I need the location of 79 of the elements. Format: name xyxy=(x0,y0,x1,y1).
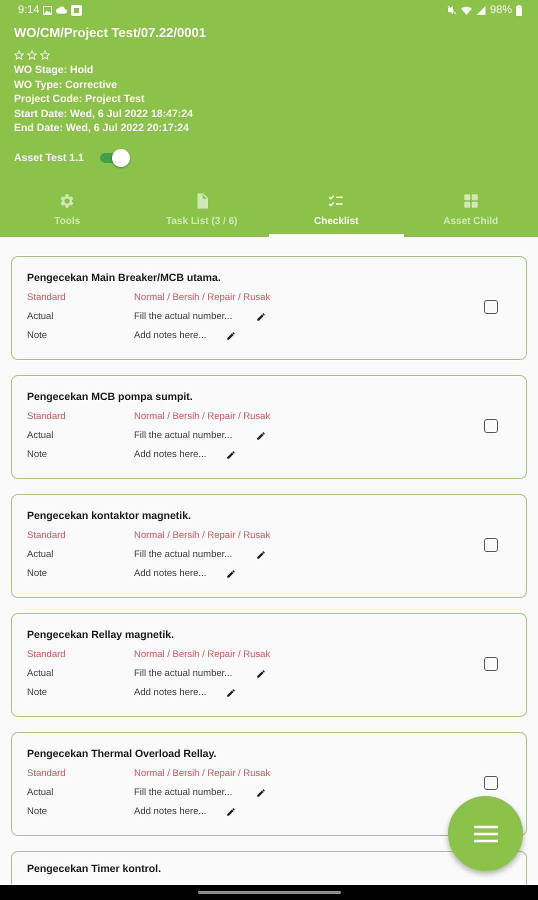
note-field[interactable]: Add notes here... xyxy=(134,567,222,580)
work-order-detail: End Date: Wed, 6 Jul 2022 20:17:24 xyxy=(14,121,190,136)
checkbox[interactable] xyxy=(484,657,498,671)
image-icon xyxy=(43,6,52,14)
pencil-icon[interactable] xyxy=(256,550,266,560)
checklist-item-title: Pengecekan Main Breaker/MCB utama. xyxy=(27,272,222,284)
note-field[interactable]: Add notes here... xyxy=(134,448,222,461)
gear-icon xyxy=(58,192,76,210)
actual-label: Actual xyxy=(27,310,54,323)
standard-label: Standard xyxy=(27,767,67,780)
work-order-detail: Project Code: Project Test xyxy=(14,92,146,106)
standard-label: Standard xyxy=(27,529,67,542)
signal-icon xyxy=(476,6,486,14)
tab[interactable]: Task List (3 / 6) xyxy=(134,186,269,236)
standard-options: Normal / Bersih / Repair / Rusak xyxy=(134,529,484,542)
note-label: Note xyxy=(27,448,48,461)
app-icon xyxy=(71,4,82,16)
checklist-item-title: Pengecekan MCB pompa sumpit. xyxy=(27,391,194,403)
standard-label: Standard xyxy=(27,648,67,661)
actual-label: Actual xyxy=(27,429,54,442)
battery-icon xyxy=(516,4,522,16)
checkbox[interactable] xyxy=(484,300,498,314)
standard-options: Normal / Bersih / Repair / Rusak xyxy=(134,767,484,780)
standard-label: Standard xyxy=(27,291,67,304)
standard-options: Normal / Bersih / Repair / Rusak xyxy=(134,410,484,423)
standard-options: Normal / Bersih / Repair / Rusak xyxy=(134,648,484,661)
standard-label: Standard xyxy=(27,410,67,423)
note-field[interactable]: Add notes here... xyxy=(134,686,222,699)
actual-field[interactable]: Fill the actual number... xyxy=(134,667,252,680)
tab[interactable]: Tools xyxy=(0,186,134,236)
tab[interactable]: Asset Child xyxy=(404,186,538,236)
checkbox[interactable] xyxy=(484,538,498,552)
actual-field[interactable]: Fill the actual number... xyxy=(134,429,252,442)
wifi-icon xyxy=(460,6,472,14)
star-icon xyxy=(40,50,50,60)
pencil-icon[interactable] xyxy=(226,330,236,340)
actual-label: Actual xyxy=(27,786,54,799)
pencil-icon[interactable] xyxy=(226,688,236,698)
actual-label: Actual xyxy=(27,667,54,680)
pencil-icon[interactable] xyxy=(226,568,236,578)
asset-toggle[interactable] xyxy=(98,148,130,166)
status-time: 9:14 xyxy=(18,4,40,16)
pencil-icon[interactable] xyxy=(256,788,266,798)
tab[interactable]: Checklist xyxy=(269,186,404,236)
asset-label: Asset Test 1.1 xyxy=(14,152,84,164)
actual-field[interactable]: Fill the actual number... xyxy=(134,310,252,323)
pencil-icon[interactable] xyxy=(226,806,236,816)
grid-icon xyxy=(462,192,480,210)
checklist-item-title: Pengecekan Rellay magnetik. xyxy=(27,629,176,641)
note-field[interactable]: Add notes here... xyxy=(134,329,222,342)
mute-icon xyxy=(446,5,457,15)
work-order-detail: WO Type: Corrective xyxy=(14,78,118,92)
battery-level: 98% xyxy=(490,4,512,16)
menu-icon xyxy=(474,824,498,842)
work-order-detail: Start Date: Wed, 6 Jul 2022 18:47:24 xyxy=(14,106,194,121)
note-label: Note xyxy=(27,329,48,342)
work-order-title: WO/CM/Project Test/07.22/0001 xyxy=(14,25,207,40)
home-handle[interactable] xyxy=(198,891,340,894)
pencil-icon[interactable] xyxy=(226,450,236,460)
note-label: Note xyxy=(27,686,48,699)
star-icon xyxy=(27,50,37,60)
checklist-item-title: Pengecekan kontaktor magnetik. xyxy=(27,510,192,522)
actual-field[interactable]: Fill the actual number... xyxy=(134,786,252,799)
checkbox[interactable] xyxy=(484,776,498,790)
checkbox[interactable] xyxy=(484,419,498,433)
note-label: Note xyxy=(27,567,48,580)
note-label: Note xyxy=(27,805,48,818)
checklist-item-title: Pengecekan Thermal Overload Rellay. xyxy=(27,748,218,760)
cloud-icon xyxy=(56,6,68,14)
actual-label: Actual xyxy=(27,548,54,561)
checklist-item-title: Pengecekan Timer kontrol. xyxy=(27,862,162,874)
actual-field[interactable]: Fill the actual number... xyxy=(134,548,252,561)
pencil-icon[interactable] xyxy=(256,430,266,440)
pencil-icon[interactable] xyxy=(256,668,266,678)
star-icon xyxy=(14,50,24,60)
pencil-icon[interactable] xyxy=(256,312,266,322)
note-field[interactable]: Add notes here... xyxy=(134,805,222,818)
standard-options: Normal / Bersih / Repair / Rusak xyxy=(134,291,484,304)
work-order-detail: WO Stage: Hold xyxy=(14,63,94,78)
